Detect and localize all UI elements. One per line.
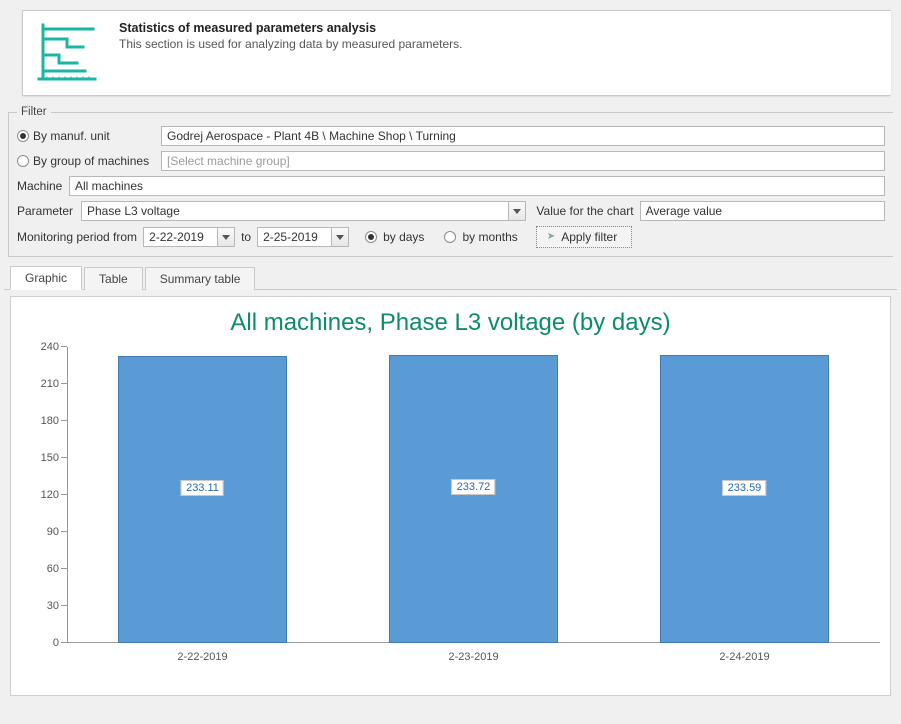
- y-tick-label: 150: [41, 452, 59, 464]
- machine-label: Machine: [17, 179, 63, 193]
- apply-icon: ➤: [547, 231, 555, 242]
- machine-input[interactable]: All machines: [69, 176, 885, 196]
- header-title: Statistics of measured parameters analys…: [119, 21, 463, 35]
- radio-by-days-label: by days: [383, 230, 424, 244]
- x-axis: 2-22-20192-23-20192-24-2019: [67, 651, 880, 663]
- value-for-chart-input[interactable]: Average value: [640, 201, 885, 221]
- bar-value-label: 233.59: [723, 480, 767, 496]
- y-tick-label: 120: [41, 489, 59, 501]
- chevron-down-icon[interactable]: [508, 202, 525, 220]
- tab-graphic[interactable]: Graphic: [10, 266, 82, 290]
- bar-slot: 233.59: [609, 347, 880, 643]
- radio-by-group-label: By group of machines: [33, 154, 149, 168]
- x-tick-label: 2-24-2019: [609, 651, 880, 663]
- bar-slot: 233.11: [67, 347, 338, 643]
- bar[interactable]: 233.72: [389, 355, 557, 643]
- chart-title: All machines, Phase L3 voltage (by days): [17, 309, 884, 337]
- group-input[interactable]: [Select machine group]: [161, 151, 885, 171]
- y-tick-label: 90: [47, 526, 59, 538]
- bar-chart: 0306090120150180210240 233.11233.72233.5…: [67, 347, 880, 657]
- apply-filter-label: Apply filter: [561, 230, 617, 244]
- date-from-picker[interactable]: 2-22-2019: [143, 227, 235, 247]
- unit-input[interactable]: Godrej Aerospace - Plant 4B \ Machine Sh…: [161, 126, 885, 146]
- radio-by-unit[interactable]: [17, 130, 29, 142]
- apply-filter-button[interactable]: ➤ Apply filter: [536, 226, 632, 248]
- tab-table[interactable]: Table: [84, 267, 143, 290]
- date-to-picker[interactable]: 2-25-2019: [257, 227, 349, 247]
- radio-by-days[interactable]: [365, 231, 377, 243]
- y-axis: 0306090120150180210240: [17, 347, 67, 643]
- bar-slot: 233.72: [338, 347, 609, 643]
- chart-panel: All machines, Phase L3 voltage (by days)…: [8, 296, 893, 696]
- section-header: Statistics of measured parameters analys…: [22, 10, 891, 96]
- y-tick-label: 30: [47, 600, 59, 612]
- y-tick-label: 240: [41, 341, 59, 353]
- bar[interactable]: 233.11: [118, 356, 286, 644]
- date-from-value: 2-22-2019: [149, 228, 204, 246]
- chevron-down-icon[interactable]: [217, 228, 234, 246]
- parameter-label: Parameter: [17, 204, 75, 218]
- chart-card: All machines, Phase L3 voltage (by days)…: [10, 296, 891, 696]
- monitoring-from-label: Monitoring period from: [17, 230, 137, 244]
- radio-by-unit-label: By manuf. unit: [33, 129, 110, 143]
- to-label: to: [241, 230, 251, 244]
- tab-summary[interactable]: Summary table: [145, 267, 256, 290]
- y-tick-label: 210: [41, 378, 59, 390]
- header-description: This section is used for analyzing data …: [119, 37, 463, 51]
- analysis-icon: [37, 21, 101, 85]
- parameter-select[interactable]: Phase L3 voltage: [81, 201, 526, 221]
- y-tick-label: 180: [41, 415, 59, 427]
- bar-value-label: 233.72: [452, 479, 496, 495]
- chevron-down-icon[interactable]: [331, 228, 348, 246]
- y-tick-label: 0: [53, 637, 59, 649]
- radio-by-months-label: by months: [462, 230, 517, 244]
- filter-group: Filter By manuf. unit Godrej Aerospace -…: [8, 106, 893, 257]
- bar[interactable]: 233.59: [660, 355, 828, 643]
- parameter-value: Phase L3 voltage: [87, 202, 180, 220]
- x-tick-label: 2-23-2019: [338, 651, 609, 663]
- bars-container: 233.11 233.72 233.59: [67, 347, 880, 643]
- value-for-chart-label: Value for the chart: [536, 204, 633, 218]
- date-to-value: 2-25-2019: [263, 228, 318, 246]
- header-text: Statistics of measured parameters analys…: [119, 21, 463, 51]
- result-tabs: Graphic Table Summary table: [4, 265, 897, 290]
- radio-by-months[interactable]: [444, 231, 456, 243]
- y-tick-label: 60: [47, 563, 59, 575]
- filter-legend: Filter: [17, 106, 51, 118]
- bar-value-label: 233.11: [181, 480, 224, 496]
- radio-by-group[interactable]: [17, 155, 29, 167]
- x-tick-label: 2-22-2019: [67, 651, 338, 663]
- app-panel: Statistics of measured parameters analys…: [4, 10, 897, 696]
